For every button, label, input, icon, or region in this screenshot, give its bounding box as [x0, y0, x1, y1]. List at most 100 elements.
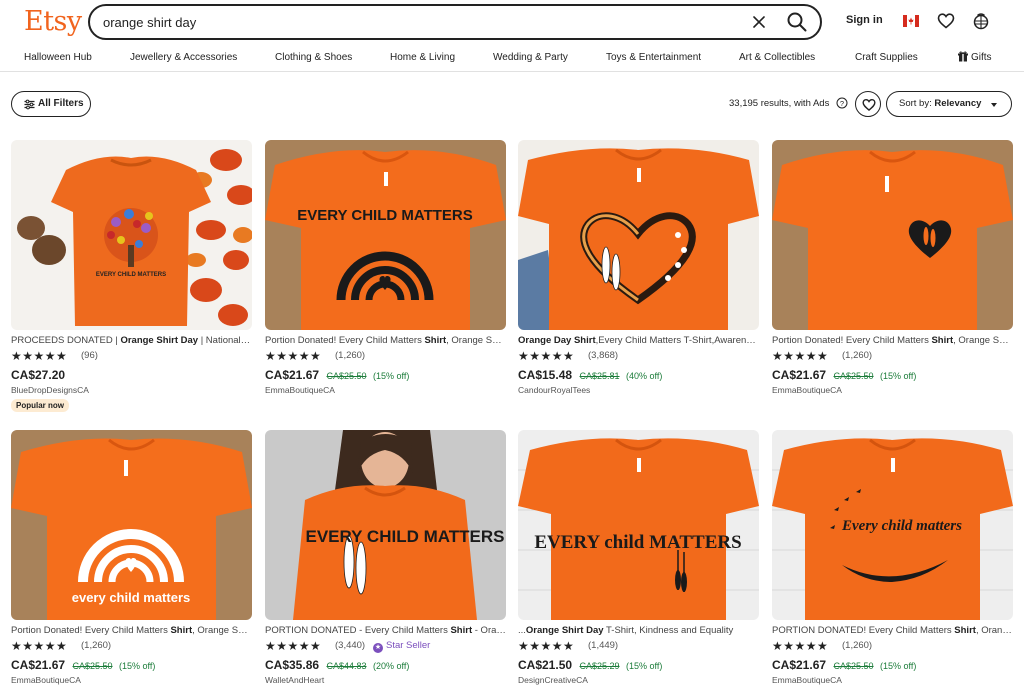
star-rating-icon: ★★★★★	[518, 639, 575, 653]
star-seller-badge: ★ Star Seller	[373, 640, 430, 653]
original-price: CA$25.29	[579, 661, 620, 671]
shop-name[interactable]: BlueDropDesignsCA	[11, 385, 89, 395]
filters-icon	[24, 99, 35, 110]
discount: (20% off)	[372, 661, 410, 671]
discount: (15% off)	[625, 661, 663, 671]
discount: (15% off)	[879, 371, 917, 381]
popular-now-badge: Popular now	[11, 399, 69, 412]
cart-icon[interactable]	[972, 12, 990, 30]
original-price: CA$25.50	[833, 661, 874, 671]
search-icon[interactable]	[786, 11, 808, 33]
review-count: (96)	[81, 350, 98, 361]
nav-item-toys[interactable]: Toys & Entertainment	[606, 52, 701, 63]
price: CA$21.67	[265, 368, 320, 382]
shirt-print-text: Every child matters	[841, 518, 962, 534]
shirt-print-text: EVERY child MATTERS	[534, 532, 741, 553]
original-price: CA$25.81	[579, 371, 620, 381]
shop-name[interactable]: CandourRoyalTees	[518, 385, 590, 395]
shop-name[interactable]: EmmaBoutiqueCA	[772, 675, 842, 685]
nav-item-craft-supplies[interactable]: Craft Supplies	[855, 52, 918, 63]
star-rating-icon: ★★★★★	[11, 639, 68, 653]
clear-search-icon[interactable]	[751, 14, 767, 30]
price: CA$21.67	[772, 368, 827, 382]
price-row: CA$21.67 CA$25.50 (15% off)	[772, 656, 916, 674]
discount: (40% off)	[625, 371, 663, 381]
review-count: (3,440)	[335, 640, 366, 651]
nav-item-clothing-shoes[interactable]: Clothing & Shoes	[275, 52, 352, 63]
discount: (15% off)	[118, 661, 156, 671]
listing-image[interactable]: every child matters	[11, 430, 252, 620]
listing-title[interactable]: PORTION DONATED - Every Child Matters Sh…	[265, 625, 506, 636]
info-icon[interactable]: ?	[836, 97, 848, 109]
discount: (15% off)	[879, 661, 917, 671]
price-row: CA$21.67 CA$25.50 (15% off)	[772, 366, 916, 384]
sort-value: Relevancy	[934, 98, 982, 109]
shop-name[interactable]: EmmaBoutiqueCA	[772, 385, 842, 395]
listing-image[interactable]	[518, 140, 759, 330]
nav-item-wedding-party[interactable]: Wedding & Party	[493, 52, 568, 63]
category-nav: Halloween Hub Jewellery & Accessories Cl…	[0, 44, 1024, 72]
price: CA$21.50	[518, 658, 573, 672]
price: CA$35.86	[265, 658, 320, 672]
shirt-print-text: EVERY CHILD MATTERS	[306, 527, 505, 546]
nav-item-home-living[interactable]: Home & Living	[390, 52, 455, 63]
price: CA$21.67	[772, 658, 827, 672]
sign-in-link[interactable]: Sign in	[846, 14, 883, 26]
review-count: (1,449)	[588, 640, 619, 651]
price-row: CA$35.86 CA$44.83 (20% off)	[265, 656, 409, 674]
sort-dropdown[interactable]: Sort by: Relevancy	[886, 91, 1012, 117]
review-count: (1,260)	[842, 640, 873, 651]
listing-title[interactable]: Orange Day Shirt,Every Child Matters T-S…	[518, 335, 759, 346]
all-filters-label: All Filters	[38, 98, 84, 109]
listing-image[interactable]	[772, 140, 1013, 330]
canada-flag-icon[interactable]	[903, 15, 919, 27]
listing-title[interactable]: Portion Donated! Every Child Matters Shi…	[265, 335, 506, 346]
price: CA$21.67	[11, 658, 66, 672]
price: CA$15.48	[518, 368, 573, 382]
price-row: CA$21.50 CA$25.29 (15% off)	[518, 656, 662, 674]
listing-image[interactable]: EVERY CHILD MATTERS	[11, 140, 252, 330]
search-bar[interactable]: orange shirt day	[88, 4, 822, 40]
price-row: CA$21.67 CA$25.50 (15% off)	[265, 366, 409, 384]
all-filters-button[interactable]: All Filters	[11, 91, 91, 117]
listing-image[interactable]: Every child matters	[772, 430, 1013, 620]
save-search-heart-icon	[862, 99, 876, 111]
nav-item-halloween-hub[interactable]: Halloween Hub	[24, 52, 92, 63]
listing-title[interactable]: PROCEEDS DONATED | Orange Shirt Day | Na…	[11, 335, 252, 346]
listing-title[interactable]: Portion Donated! Every Child Matters Shi…	[11, 625, 252, 636]
star-rating-icon: ★★★★★	[772, 349, 829, 363]
save-search-button[interactable]	[855, 91, 881, 117]
listing-image[interactable]: EVERY CHILD MATTERS	[265, 430, 506, 620]
star-seller-label: Star Seller	[386, 640, 431, 651]
original-price: CA$25.50	[72, 661, 113, 671]
shirt-print-text: every child matters	[72, 590, 191, 605]
shirt-print-text: EVERY CHILD MATTERS	[297, 207, 473, 224]
shop-name[interactable]: EmmaBoutiqueCA	[265, 385, 335, 395]
shop-name[interactable]: WalletAndHeart	[265, 675, 324, 685]
review-count: (1,260)	[335, 350, 366, 361]
sort-prefix: Sort by:	[899, 98, 932, 109]
listing-image[interactable]: EVERY CHILD MATTERS	[265, 140, 506, 330]
review-count: (3,868)	[588, 350, 619, 361]
review-count: (1,260)	[81, 640, 112, 651]
site-header: Etsy orange shirt day Sign in	[0, 0, 1024, 44]
gift-icon	[958, 51, 968, 62]
listing-image[interactable]: EVERY child MATTERS	[518, 430, 759, 620]
listing-title[interactable]: PORTION DONATED! Every Child Matters Shi…	[772, 625, 1013, 636]
shop-name[interactable]: DesignCreativeCA	[518, 675, 588, 685]
shirt-print-text: EVERY CHILD MATTERS	[96, 272, 166, 278]
price-row: CA$15.48 CA$25.81 (40% off)	[518, 366, 662, 384]
nav-item-gifts[interactable]: Gifts	[971, 52, 992, 63]
etsy-logo[interactable]: Etsy	[24, 6, 82, 37]
star-rating-icon: ★★★★★	[265, 639, 322, 653]
listing-title[interactable]: ...Orange Shirt Day T-Shirt, Kindness an…	[518, 625, 759, 636]
star-seller-icon: ★	[373, 643, 383, 653]
listing-title[interactable]: Portion Donated! Every Child Matters Shi…	[772, 335, 1013, 346]
sort-label: Sort by: Relevancy	[899, 98, 981, 109]
search-input[interactable]: orange shirt day	[103, 15, 196, 30]
shop-name[interactable]: EmmaBoutiqueCA	[11, 675, 81, 685]
favorites-heart-icon[interactable]	[937, 12, 955, 30]
nav-item-jewellery[interactable]: Jewellery & Accessories	[130, 52, 237, 63]
nav-item-art[interactable]: Art & Collectibles	[739, 52, 815, 63]
star-rating-icon: ★★★★★	[11, 349, 68, 363]
